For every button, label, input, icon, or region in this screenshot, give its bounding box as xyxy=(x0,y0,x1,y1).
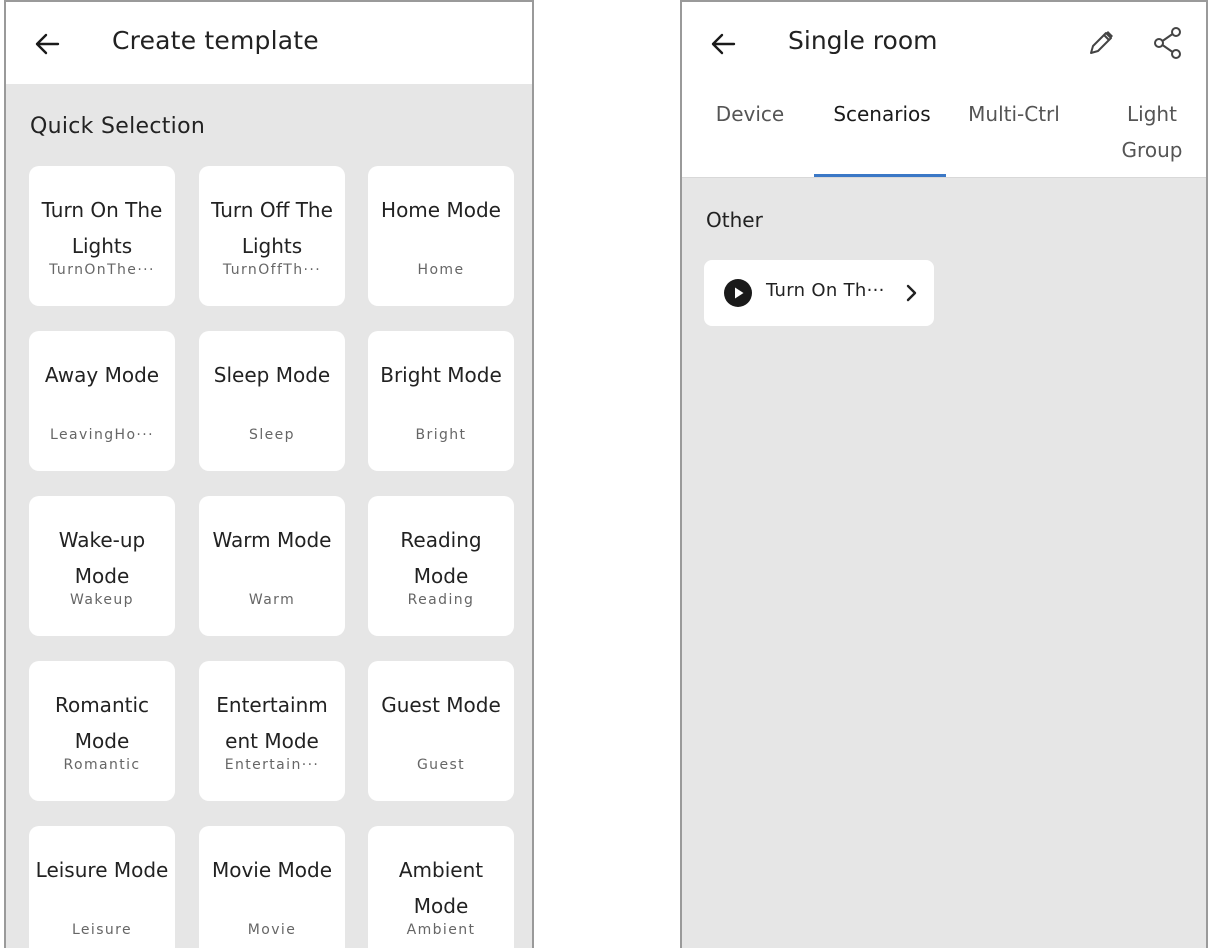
app-bar: Create template xyxy=(6,2,532,84)
template-card[interactable]: Turn Off The Lights TurnOffTh··· xyxy=(199,166,345,306)
scene-item[interactable]: Turn On Th··· xyxy=(704,260,934,326)
chevron-right-icon xyxy=(906,284,917,302)
template-card[interactable]: Romantic Mode Romantic xyxy=(29,661,175,801)
template-card[interactable]: Entertainm ent Mode Entertain··· xyxy=(199,661,345,801)
template-name: Sleep Mode xyxy=(213,363,331,387)
template-name: Bright Mode xyxy=(380,363,502,387)
template-name: Leisure Mode xyxy=(35,858,169,882)
template-code: Sleep xyxy=(249,427,295,443)
template-code: Romantic xyxy=(63,757,141,773)
tab-multi-ctrl[interactable]: Multi-Ctrl xyxy=(954,96,1074,132)
template-card[interactable]: Movie Mode Movie xyxy=(199,826,345,948)
template-code: Entertain··· xyxy=(224,757,320,773)
template-code: Home xyxy=(417,262,465,278)
tab-light-group[interactable]: Light Group xyxy=(1102,96,1202,168)
template-name: Wake-up Mode xyxy=(58,528,146,588)
active-tab-indicator xyxy=(814,174,946,177)
template-code: TurnOnThe··· xyxy=(49,262,155,278)
template-name: Home Mode xyxy=(381,198,501,222)
template-code: Ambient xyxy=(406,922,476,938)
template-code: Bright xyxy=(415,427,467,443)
template-card[interactable]: Home Mode Home xyxy=(368,166,514,306)
template-code: Guest xyxy=(416,757,466,773)
template-name: Away Mode xyxy=(44,363,160,387)
template-card[interactable]: Turn On The Lights TurnOnThe··· xyxy=(29,166,175,306)
template-name: Movie Mode xyxy=(211,858,333,882)
tab-device[interactable]: Device xyxy=(700,96,800,132)
app-bar: Single room Device Scenarios Multi-Ctrl … xyxy=(682,2,1206,178)
back-arrow-icon[interactable] xyxy=(708,29,738,59)
single-room-screen: Single room Device Scenarios Multi-Ctrl … xyxy=(680,0,1208,948)
template-name: Guest Mode xyxy=(381,693,501,717)
play-icon[interactable] xyxy=(724,279,752,307)
share-icon[interactable] xyxy=(1152,26,1184,60)
template-card[interactable]: Warm Mode Warm xyxy=(199,496,345,636)
template-card[interactable]: Reading Mode Reading xyxy=(368,496,514,636)
template-code: TurnOffTh··· xyxy=(222,262,322,278)
template-card[interactable]: Wake-up Mode Wakeup xyxy=(29,496,175,636)
template-code: Movie xyxy=(247,922,297,938)
page-title: Single room xyxy=(788,26,938,55)
section-label: Other xyxy=(706,208,763,232)
back-arrow-icon[interactable] xyxy=(32,29,62,59)
template-code: Leisure xyxy=(71,922,133,938)
create-template-screen: Create template Quick Selection Turn On … xyxy=(4,0,534,948)
template-card[interactable]: Bright Mode Bright xyxy=(368,331,514,471)
template-code: Wakeup xyxy=(70,592,134,608)
template-card[interactable]: Ambient Mode Ambient xyxy=(368,826,514,948)
pencil-icon[interactable] xyxy=(1086,28,1116,58)
template-name: Romantic Mode xyxy=(54,693,150,753)
template-name: Ambient Mode xyxy=(398,858,484,918)
template-code: Warm xyxy=(248,592,296,608)
scene-name: Turn On Th··· xyxy=(766,280,885,301)
template-card[interactable]: Sleep Mode Sleep xyxy=(199,331,345,471)
template-name: Entertainm ent Mode xyxy=(216,693,328,753)
template-card[interactable]: Guest Mode Guest xyxy=(368,661,514,801)
template-code: Reading xyxy=(407,592,475,608)
page-title: Create template xyxy=(112,26,319,55)
tab-scenarios[interactable]: Scenarios xyxy=(817,96,947,132)
template-code: LeavingHo··· xyxy=(50,427,154,443)
template-name: Warm Mode xyxy=(212,528,332,552)
section-title: Quick Selection xyxy=(30,114,206,139)
template-card[interactable]: Leisure Mode Leisure xyxy=(29,826,175,948)
template-name: Turn On The Lights xyxy=(41,198,163,258)
template-name: Reading Mode xyxy=(400,528,482,588)
template-card[interactable]: Away Mode LeavingHo··· xyxy=(29,331,175,471)
template-name: Turn Off The Lights xyxy=(211,198,333,258)
